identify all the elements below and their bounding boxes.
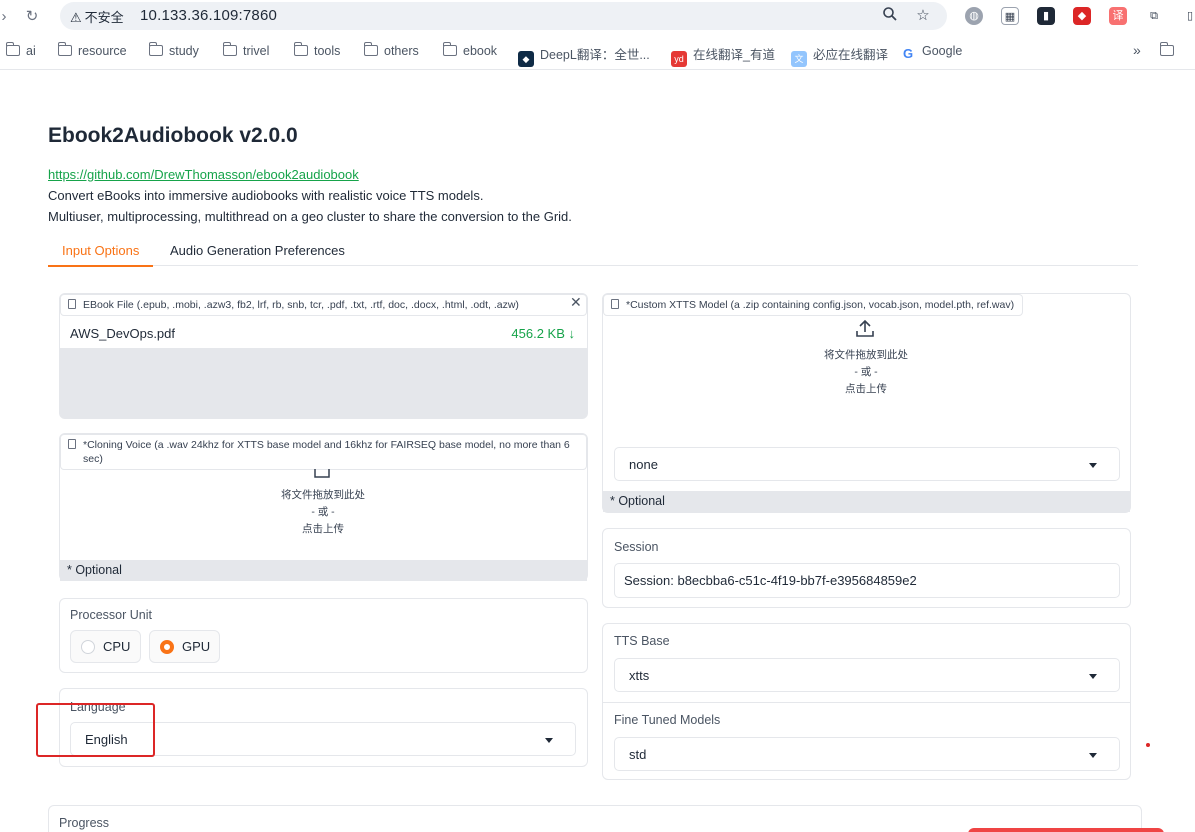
extensions-puzzle-icon[interactable]: ⧉ — [1145, 7, 1163, 25]
processor-unit-label: Processor Unit — [70, 608, 152, 622]
bookmark-deepl[interactable]: ◆ DeepL翻译：全世... — [518, 44, 650, 67]
folder-icon — [57, 42, 72, 56]
radio-checked-icon — [160, 640, 174, 654]
cloning-voice-dropzone[interactable]: 将文件拖放到此处 - 或 - 点击上传 — [200, 487, 446, 538]
annotation-dot — [1146, 743, 1150, 747]
bookmark-star-icon[interactable]: ☆ — [913, 6, 933, 26]
tab-bar: Input Options Audio Generation Preferenc… — [48, 240, 1138, 267]
bookmark-ebook[interactable]: ebook — [442, 42, 497, 58]
bookmark-others[interactable]: others — [363, 42, 419, 58]
bookmark-resource[interactable]: resource — [57, 42, 127, 58]
google-icon: G — [900, 46, 916, 62]
radio-unchecked-icon — [81, 640, 95, 654]
radio-gpu[interactable]: GPU — [149, 630, 220, 663]
custom-model-select[interactable]: none — [614, 447, 1120, 481]
description-line-2: Multiuser, multiprocessing, multithread … — [48, 209, 572, 224]
bookmark-all-folder[interactable] — [1159, 42, 1180, 58]
tab-audio-generation-preferences[interactable]: Audio Generation Preferences — [156, 243, 359, 265]
chevron-down-icon — [545, 738, 553, 743]
custom-model-optional-note: * Optional — [603, 491, 1130, 512]
cloning-voice-optional-note: * Optional — [60, 560, 587, 581]
bookmark-bing-translate[interactable]: 文必应在线翻译 — [791, 44, 888, 67]
sidebar-toggle-icon[interactable]: ▯ — [1181, 7, 1195, 25]
divider — [603, 702, 1130, 703]
address-bar[interactable]: ⚠ 不安全 10.133.36.109:7860 ☆ — [60, 2, 947, 30]
security-indicator[interactable]: ⚠ 不安全 — [70, 7, 124, 26]
session-field[interactable]: Session: b8ecbba6-c51c-4f19-bb7f-e395684… — [614, 563, 1120, 598]
page-title: Ebook2Audiobook v2.0.0 — [48, 124, 298, 147]
folder-icon — [442, 42, 457, 56]
chevron-down-icon — [1089, 674, 1097, 679]
radio-cpu[interactable]: CPU — [70, 630, 141, 663]
bookmark-trivel[interactable]: trivel — [222, 42, 269, 58]
session-label: Session — [614, 540, 659, 554]
fine-tuned-label: Fine Tuned Models — [614, 713, 721, 727]
extension-shield-icon[interactable]: ◆ — [1073, 7, 1091, 25]
chevron-down-icon — [1089, 463, 1097, 468]
custom-model-label: *Custom XTTS Model (a .zip containing co… — [603, 294, 1024, 316]
folder-icon — [148, 42, 163, 56]
bing-translate-icon: 文 — [791, 51, 807, 67]
partial-action-button[interactable] — [968, 828, 1164, 832]
annotation-highlight — [36, 703, 155, 757]
file-icon — [68, 299, 76, 309]
bookmarks-overflow-icon[interactable]: » — [1133, 42, 1141, 58]
upload-icon — [855, 318, 875, 338]
reload-icon[interactable]: ↻ — [22, 7, 42, 27]
forward-icon[interactable]: › — [0, 7, 14, 27]
deepl-icon: ◆ — [518, 51, 534, 67]
bookmark-youdao[interactable]: yd 在线翻译_有道 — [671, 44, 775, 67]
clear-file-icon[interactable]: ✕ — [570, 294, 582, 311]
url-text[interactable]: 10.133.36.109:7860 — [140, 7, 277, 24]
progress-label: Progress — [59, 816, 110, 830]
bookmark-study[interactable]: study — [148, 42, 199, 58]
fine-tuned-select[interactable]: std — [614, 737, 1120, 771]
uploaded-file-row[interactable]: AWS_DevOps.pdf 456.2 KB ↓ — [60, 319, 587, 348]
folder-icon — [293, 42, 308, 56]
uploaded-file-name: AWS_DevOps.pdf — [70, 326, 176, 341]
tts-base-select[interactable]: xtts — [614, 658, 1120, 692]
browser-toolbar: › ↻ ⚠ 不安全 10.133.36.109:7860 ☆ ◍ ▦ ▮ ◆ 译 … — [0, 0, 1195, 34]
bookmarks-bar: ai resource study trivel tools others eb… — [0, 34, 1195, 70]
tab-input-options[interactable]: Input Options — [48, 243, 154, 267]
folder-icon — [1159, 42, 1174, 56]
upload-icon — [314, 466, 334, 486]
extension-translate-icon[interactable]: 译 — [1109, 7, 1127, 25]
warning-icon: ⚠ — [70, 10, 82, 25]
folder-icon — [5, 42, 20, 56]
extension-dark-icon[interactable]: ▮ — [1037, 7, 1055, 25]
zoom-icon[interactable] — [880, 6, 900, 26]
extension-qr-icon[interactable]: ▦ — [1001, 7, 1019, 25]
file-preview-area — [60, 348, 587, 418]
cloning-voice-label: *Cloning Voice (a .wav 24khz for XTTS ba… — [60, 434, 587, 470]
bookmark-google[interactable]: G Google — [900, 44, 962, 62]
uploaded-file-size[interactable]: 456.2 KB ↓ — [511, 326, 575, 341]
file-icon — [68, 439, 76, 449]
file-icon — [611, 299, 619, 309]
chevron-down-icon — [1089, 753, 1097, 758]
ebook-file-label: EBook File (.epub, .mobi, .azw3, fb2, lr… — [60, 294, 587, 316]
description-line-1: Convert eBooks into immersive audiobooks… — [48, 188, 484, 203]
extension-globe-icon[interactable]: ◍ — [965, 7, 983, 25]
folder-icon — [363, 42, 378, 56]
bookmark-tools[interactable]: tools — [293, 42, 340, 58]
bookmark-ai[interactable]: ai — [5, 42, 36, 58]
repo-link[interactable]: https://github.com/DrewThomasson/ebook2a… — [48, 167, 359, 182]
custom-model-dropzone[interactable]: 将文件拖放到此处 - 或 - 点击上传 — [743, 347, 989, 398]
youdao-icon: yd — [671, 51, 687, 67]
tts-base-label: TTS Base — [614, 634, 670, 648]
folder-icon — [222, 42, 237, 56]
